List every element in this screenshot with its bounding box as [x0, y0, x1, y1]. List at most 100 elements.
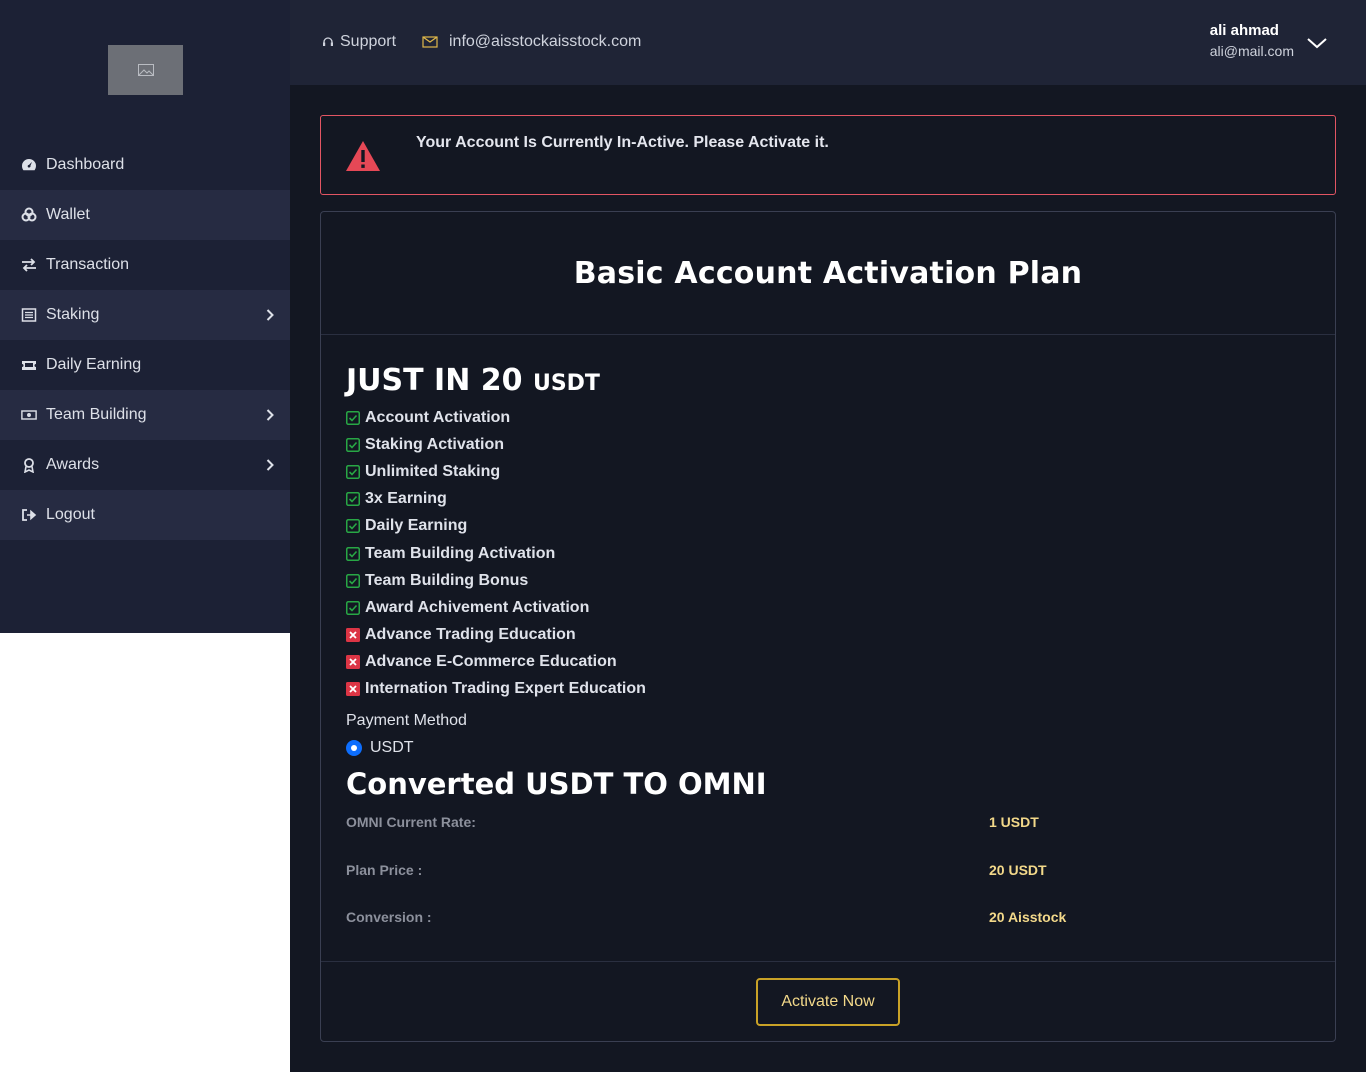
sidebar-item-logout[interactable]: Logout: [0, 490, 290, 540]
payment-option-usdt[interactable]: USDT: [346, 734, 1335, 762]
sidebar-item-label: Dashboard: [46, 156, 125, 173]
coins-icon: [20, 207, 38, 223]
email-text: info@aisstockaisstock.com: [449, 33, 642, 50]
sidebar-item-awards[interactable]: Awards: [0, 440, 290, 490]
feature-item: Advance E-Commerce Education: [346, 649, 1335, 676]
payment-option-label: USDT: [370, 739, 414, 757]
sidebar-item-label: Staking: [46, 306, 100, 323]
chevron-right-icon: [266, 409, 274, 421]
feature-label: Staking Activation: [365, 435, 504, 453]
feature-item: Daily Earning: [346, 513, 1335, 540]
feature-label: Account Activation: [365, 408, 511, 426]
feature-item: Staking Activation: [346, 431, 1335, 458]
sidebar-item-label: Logout: [46, 506, 95, 523]
check-square-icon: [346, 492, 360, 507]
rate-value: 1 USDT: [989, 814, 1039, 831]
rate-value: 20 Aisstock: [989, 909, 1067, 926]
chevron-down-icon[interactable]: [1306, 36, 1328, 50]
money-bill-icon: [20, 407, 38, 423]
check-square-icon: [346, 410, 360, 425]
user-menu[interactable]: ali ahmad ali@mail.com: [1210, 22, 1294, 59]
feature-label: Unlimited Staking: [365, 462, 501, 480]
sign-out-icon: [20, 507, 38, 523]
sidebar-item-transaction[interactable]: Transaction: [0, 240, 290, 290]
speedometer-icon: [20, 157, 38, 173]
check-square-icon: [346, 546, 360, 561]
check-square-icon: [346, 519, 360, 534]
feature-label: Team Building Bonus: [365, 571, 529, 589]
card-footer: Activate Now: [321, 961, 1335, 1041]
sidebar-item-dashboard[interactable]: Dashboard: [0, 140, 290, 190]
sidebar-item-daily-earning[interactable]: Daily Earning: [0, 340, 290, 390]
rate-label: Plan Price :: [346, 861, 423, 878]
main-content: Support info@aisstockaisstock.com ali ah…: [290, 0, 1366, 1072]
price-prefix: JUST IN 20: [346, 363, 523, 398]
sidebar: Dashboard Wallet Transaction Staking Dai…: [0, 0, 290, 633]
headset-icon: [323, 37, 333, 46]
cross-square-icon: [346, 655, 360, 670]
feature-item: 3x Earning: [346, 486, 1335, 513]
cross-square-icon: [346, 628, 360, 643]
sidebar-item-label: Wallet: [46, 206, 90, 223]
card-header: Basic Account Activation Plan: [321, 212, 1335, 335]
activate-now-button[interactable]: Activate Now: [756, 977, 900, 1026]
sidebar-item-label: Team Building: [46, 406, 147, 423]
feature-item: Team Building Activation: [346, 540, 1335, 567]
radio-selected[interactable]: [346, 740, 362, 757]
sidebar-item-wallet[interactable]: Wallet: [0, 190, 290, 240]
check-square-icon: [346, 437, 360, 452]
ticket-icon: [20, 357, 38, 373]
check-square-icon: [346, 464, 360, 479]
activation-plan-card: Basic Account Activation Plan JUST IN 20…: [320, 211, 1336, 1042]
warning-icon: [346, 141, 380, 171]
feature-item: Team Building Bonus: [346, 567, 1335, 594]
logo-placeholder[interactable]: [108, 45, 183, 95]
image-icon: [137, 64, 154, 76]
top-bar: Support info@aisstockaisstock.com ali ah…: [290, 0, 1366, 85]
rate-row-conversion: Conversion : 20 Aisstock: [346, 903, 1335, 951]
inactive-alert: Your Account Is Currently In-Active. Ple…: [320, 115, 1336, 195]
feature-item: Account Activation: [346, 404, 1335, 431]
rate-row-current: OMNI Current Rate: 1 USDT: [346, 808, 1335, 856]
chevron-right-icon: [266, 309, 274, 321]
sidebar-nav: Dashboard Wallet Transaction Staking Dai…: [0, 140, 290, 540]
feature-label: Advance E-Commerce Education: [365, 653, 617, 671]
list-icon: [20, 307, 38, 323]
feature-list: Account Activation Staking Activation Unli…: [346, 404, 1335, 703]
chevron-right-icon: [266, 459, 274, 471]
feature-label: Daily Earning: [365, 517, 468, 535]
check-square-icon: [346, 600, 360, 615]
rate-label: Conversion :: [346, 909, 432, 926]
sidebar-item-label: Daily Earning: [46, 356, 142, 373]
support-link[interactable]: Support: [322, 33, 396, 51]
feature-label: 3x Earning: [365, 490, 447, 508]
user-name: ali ahmad: [1209, 22, 1279, 39]
sidebar-item-label: Awards: [46, 456, 100, 473]
email-link[interactable]: info@aisstockaisstock.com: [422, 33, 641, 51]
feature-label: Internation Trading Expert Education: [365, 680, 646, 698]
feature-label: Award Achivement Activation: [365, 598, 590, 616]
envelope-icon: [422, 36, 438, 48]
cross-square-icon: [346, 682, 360, 697]
price-unit: USDT: [532, 371, 600, 396]
feature-label: Advance Trading Education: [365, 626, 576, 644]
alert-message: Your Account Is Currently In-Active. Ple…: [416, 134, 829, 151]
rate-value: 20 USDT: [989, 861, 1047, 878]
feature-label: Team Building Activation: [365, 544, 556, 562]
sidebar-item-staking[interactable]: Staking: [0, 290, 290, 340]
payment-method-label: Payment Method: [346, 712, 467, 730]
sidebar-item-team-building[interactable]: Team Building: [0, 390, 290, 440]
feature-item: Advance Trading Education: [346, 622, 1335, 649]
user-email: ali@mail.com: [1209, 43, 1294, 59]
conversion-title: Converted USDT TO OMNI: [346, 767, 767, 802]
rate-row-plan-price: Plan Price : 20 USDT: [346, 856, 1335, 904]
feature-item: Internation Trading Expert Education: [346, 676, 1335, 703]
rate-label: OMNI Current Rate:: [346, 814, 476, 831]
check-square-icon: [346, 573, 360, 588]
exchange-icon: [20, 257, 38, 273]
feature-item: Unlimited Staking: [346, 458, 1335, 485]
award-icon: [20, 457, 38, 473]
sidebar-item-label: Transaction: [46, 256, 129, 273]
plan-price: JUST IN 20 USDT: [346, 363, 1335, 402]
feature-item: Award Achivement Activation: [346, 594, 1335, 621]
